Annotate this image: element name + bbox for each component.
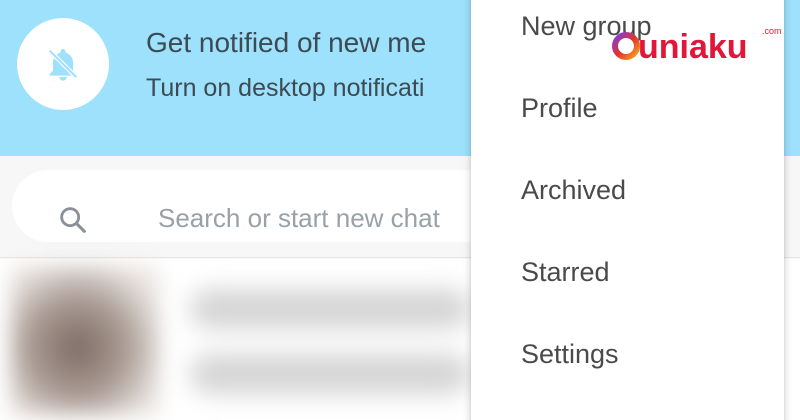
menu-item-archived[interactable]: Archived: [471, 149, 784, 231]
bell-off-icon: [48, 49, 78, 81]
menu-item-label: Settings: [521, 338, 619, 369]
menu-item-label: Archived: [521, 174, 627, 205]
search-icon[interactable]: [56, 203, 90, 237]
menu-item-label: Starred: [521, 256, 610, 287]
svg-text:.com: .com: [762, 26, 782, 36]
chat-preview-blur: [190, 354, 470, 394]
search-placeholder: Search or start new chat: [158, 203, 440, 233]
avatar[interactable]: [10, 265, 160, 415]
menu-item-label: Profile: [521, 92, 598, 123]
menu-item-profile[interactable]: Profile: [471, 67, 784, 149]
menu-item-starred[interactable]: Starred: [471, 231, 784, 313]
banner-title: Get notified of new me: [146, 27, 427, 58]
duniaku-logo: uniaku .com: [612, 26, 782, 66]
chat-preview-blur: [190, 289, 470, 329]
notification-icon-circle: [17, 18, 109, 110]
svg-text:uniaku: uniaku: [638, 28, 748, 66]
menu-item-settings[interactable]: Settings: [471, 313, 784, 395]
banner-subtitle[interactable]: Turn on desktop notificati: [146, 74, 424, 103]
